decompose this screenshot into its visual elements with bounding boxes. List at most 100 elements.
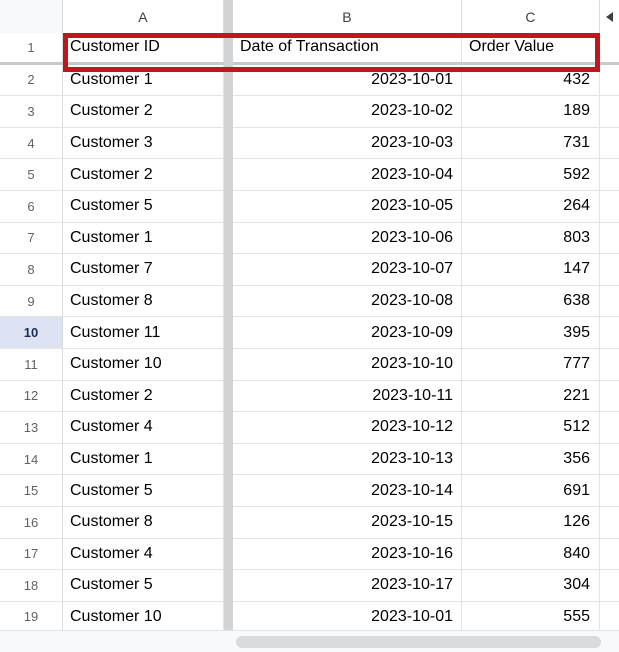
cell-customer-id[interactable]: Customer 4 <box>63 412 224 443</box>
cell-date[interactable]: 2023-10-13 <box>233 443 462 475</box>
cell-date[interactable]: 2023-10-15 <box>233 506 462 538</box>
row-header-14[interactable]: 14 <box>0 443 63 475</box>
cell-customer-id[interactable]: Customer 11 <box>63 317 224 348</box>
cell-order-value[interactable]: 395 <box>462 317 600 348</box>
cell-customer-id[interactable]: Customer 1 <box>63 64 224 96</box>
row-header-16[interactable]: 16 <box>0 506 63 538</box>
table-row: 18 Customer 5 2023-10-17 304 <box>0 570 619 602</box>
table-row: 15 Customer 5 2023-10-14 691 <box>0 475 619 507</box>
cell-date[interactable]: 2023-10-07 <box>233 254 462 285</box>
cell-order-value[interactable]: 221 <box>462 380 600 412</box>
row-header-5[interactable]: 5 <box>0 159 63 190</box>
cell-order-value[interactable]: 691 <box>462 475 600 506</box>
cell-customer-id[interactable]: Customer 4 <box>63 538 224 570</box>
cell-order-value[interactable]: 147 <box>462 254 600 285</box>
select-all-corner-cell[interactable] <box>0 0 63 33</box>
cell-date[interactable]: 2023-10-10 <box>233 348 462 380</box>
cell-customer-id[interactable]: Customer 2 <box>63 159 224 190</box>
table-row: 13 Customer 4 2023-10-12 512 <box>0 412 619 444</box>
cell-order-value[interactable]: 264 <box>462 190 600 222</box>
cell-date[interactable]: 2023-10-12 <box>233 412 462 443</box>
cell-order-value[interactable]: 840 <box>462 538 600 570</box>
cell-order-value[interactable]: 304 <box>462 570 600 601</box>
grid-body: 1 Customer ID Date of Transaction Order … <box>0 33 619 630</box>
frozen-column-divider[interactable] <box>224 0 233 652</box>
row-header-4[interactable]: 4 <box>0 127 63 159</box>
cell-date[interactable]: 2023-10-04 <box>233 159 462 190</box>
row-header-7[interactable]: 7 <box>0 222 63 254</box>
cell-date[interactable]: 2023-10-09 <box>233 317 462 348</box>
table-row: 11 Customer 10 2023-10-10 777 <box>0 348 619 381</box>
row-header-19[interactable]: 19 <box>0 601 63 630</box>
cell-customer-id[interactable]: Customer 8 <box>63 285 224 317</box>
row-header-11[interactable]: 11 <box>0 348 63 380</box>
cell-customer-id[interactable]: Customer 5 <box>63 475 224 506</box>
cell-order-value[interactable]: 803 <box>462 222 600 254</box>
cell-customer-id[interactable]: Customer 8 <box>63 506 224 538</box>
row-header-1[interactable]: 1 <box>0 33 63 62</box>
cell-order-value[interactable]: 731 <box>462 127 600 159</box>
row-header-9[interactable]: 9 <box>0 285 63 317</box>
cell-date[interactable]: 2023-10-17 <box>233 570 462 601</box>
row-header-18[interactable]: 18 <box>0 570 63 601</box>
header-cell-order-value[interactable]: Order Value <box>462 33 600 62</box>
row-header-12[interactable]: 12 <box>0 380 63 412</box>
cell-date[interactable]: 2023-10-05 <box>233 190 462 222</box>
cell-order-value[interactable]: 592 <box>462 159 600 190</box>
cell-order-value[interactable]: 126 <box>462 506 600 538</box>
cell-date[interactable]: 2023-10-06 <box>233 222 462 254</box>
cell-customer-id[interactable]: Customer 2 <box>63 380 224 412</box>
header-cell-date-of-transaction[interactable]: Date of Transaction <box>233 33 462 62</box>
cell-date[interactable]: 2023-10-01 <box>233 601 462 630</box>
table-row: 3 Customer 2 2023-10-02 189 <box>0 96 619 128</box>
cell-customer-id[interactable]: Customer 10 <box>63 348 224 380</box>
cell-date[interactable]: 2023-10-16 <box>233 538 462 570</box>
row-header-8[interactable]: 8 <box>0 254 63 285</box>
cell-order-value[interactable]: 638 <box>462 285 600 317</box>
table-row: 2 Customer 1 2023-10-01 432 <box>0 64 619 97</box>
cell-date[interactable]: 2023-10-03 <box>233 127 462 159</box>
cell-customer-id[interactable]: Customer 1 <box>63 443 224 475</box>
row-header-10[interactable]: 10 <box>0 317 63 348</box>
cell-date[interactable]: 2023-10-01 <box>233 64 462 96</box>
table-row: 1 Customer ID Date of Transaction Order … <box>0 33 619 65</box>
cell-customer-id[interactable]: Customer 5 <box>63 190 224 222</box>
cell-customer-id[interactable]: Customer 2 <box>63 96 224 127</box>
table-row: 17 Customer 4 2023-10-16 840 <box>0 538 619 571</box>
cell-date[interactable]: 2023-10-02 <box>233 96 462 127</box>
cell-customer-id[interactable]: Customer 3 <box>63 127 224 159</box>
triangle-left-icon[interactable] <box>600 0 619 33</box>
triangle-left-glyph <box>606 11 613 22</box>
column-header-a[interactable]: A <box>63 0 224 33</box>
row-header-3[interactable]: 3 <box>0 96 63 127</box>
horizontal-scrollbar-thumb[interactable] <box>236 636 601 648</box>
row-header-2[interactable]: 2 <box>0 64 63 96</box>
cell-order-value[interactable]: 555 <box>462 601 600 630</box>
cell-customer-id[interactable]: Customer 5 <box>63 570 224 601</box>
column-header-c[interactable]: C <box>462 0 600 33</box>
row-header-6[interactable]: 6 <box>0 190 63 222</box>
row-header-15[interactable]: 15 <box>0 475 63 506</box>
table-row: 12 Customer 2 2023-10-11 221 <box>0 380 619 413</box>
cell-order-value[interactable]: 356 <box>462 443 600 475</box>
column-header-b[interactable]: B <box>233 0 462 33</box>
spreadsheet-grid: A B C 1 Customer ID Date of Transaction … <box>0 0 619 652</box>
cell-date[interactable]: 2023-10-11 <box>233 380 462 412</box>
cell-order-value[interactable]: 777 <box>462 348 600 380</box>
cell-customer-id[interactable]: Customer 1 <box>63 222 224 254</box>
header-cell-customer-id[interactable]: Customer ID <box>63 33 224 62</box>
cell-order-value[interactable]: 189 <box>462 96 600 127</box>
table-row: 14 Customer 1 2023-10-13 356 <box>0 443 619 476</box>
cell-customer-id[interactable]: Customer 7 <box>63 254 224 285</box>
row-header-17[interactable]: 17 <box>0 538 63 570</box>
cell-order-value[interactable]: 512 <box>462 412 600 443</box>
column-header-row: A B C <box>0 0 619 33</box>
table-row: 10 Customer 11 2023-10-09 395 <box>0 317 619 349</box>
cell-date[interactable]: 2023-10-14 <box>233 475 462 506</box>
cell-customer-id[interactable]: Customer 10 <box>63 601 224 630</box>
data-rows-container: 2 Customer 1 2023-10-01 432 3 Customer 2 2023-… <box>0 64 619 630</box>
cell-date[interactable]: 2023-10-08 <box>233 285 462 317</box>
horizontal-scrollbar-track[interactable] <box>0 630 619 652</box>
row-header-13[interactable]: 13 <box>0 412 63 443</box>
cell-order-value[interactable]: 432 <box>462 64 600 96</box>
